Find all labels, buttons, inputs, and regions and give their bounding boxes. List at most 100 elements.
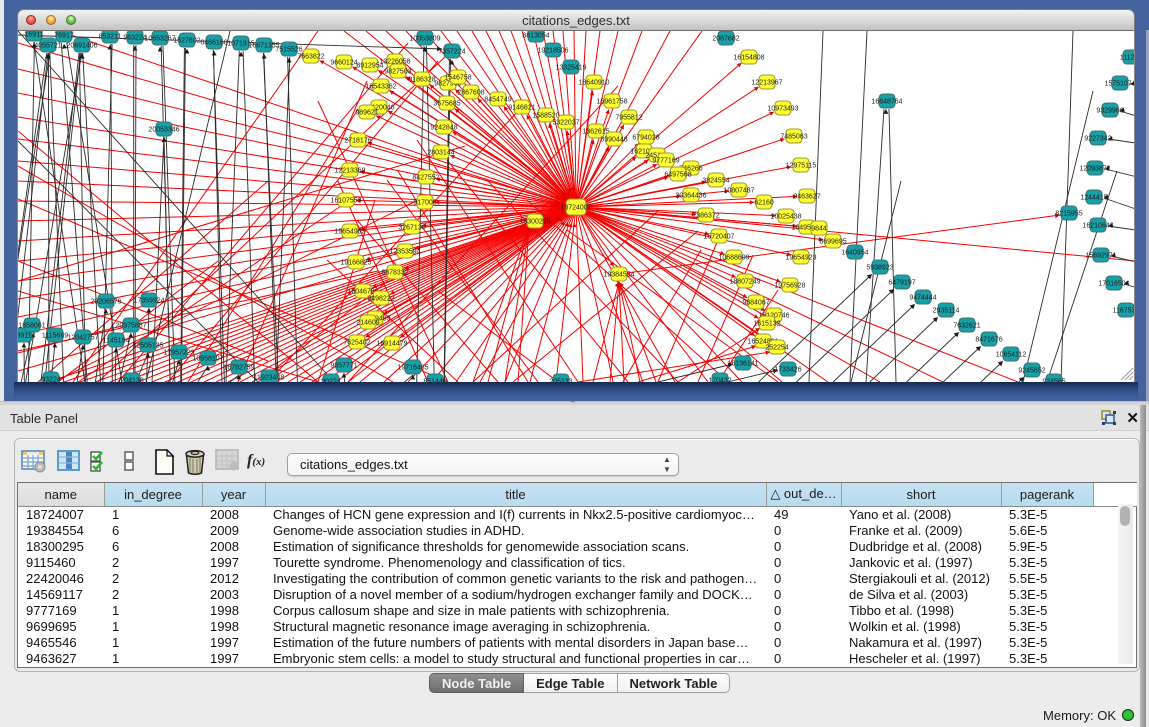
svg-text:16648764: 16648764 (871, 99, 902, 106)
svg-text:19218506: 19218506 (537, 48, 568, 55)
svg-text:18640910: 18640910 (578, 80, 609, 87)
svg-text:2087682: 2087682 (712, 36, 739, 43)
svg-text:15720407: 15720407 (703, 234, 734, 241)
svg-text:8471676: 8471676 (975, 337, 1002, 344)
svg-text:7515526: 7515526 (275, 47, 302, 54)
svg-text:7955812: 7955812 (615, 115, 642, 122)
svg-text:17359924: 17359924 (133, 298, 164, 305)
svg-text:93224: 93224 (41, 377, 61, 382)
svg-text:9474444: 9474444 (909, 295, 936, 302)
svg-text:12213967: 12213967 (751, 80, 782, 87)
svg-text:9463627: 9463627 (793, 194, 820, 201)
svg-text:205133: 205133 (549, 379, 572, 382)
svg-text:9777169: 9777169 (652, 158, 679, 165)
svg-text:1858061: 1858061 (18, 323, 45, 330)
svg-text:16782759: 16782759 (223, 365, 254, 372)
svg-text:1588520: 1588520 (532, 113, 559, 120)
svg-text:9146821: 9146821 (508, 105, 535, 112)
svg-text:1615132: 1615132 (753, 321, 780, 328)
svg-text:15751074: 15751074 (1104, 81, 1135, 88)
svg-text:20691406: 20691406 (66, 43, 97, 50)
svg-text:8186328: 8186328 (408, 77, 435, 84)
svg-text:252254: 252254 (765, 345, 788, 352)
svg-text:963224: 963224 (123, 35, 146, 42)
svg-text:8699695: 8699695 (819, 239, 846, 246)
svg-text:20053346: 20053346 (148, 127, 179, 134)
svg-text:13325419: 13325419 (555, 65, 586, 72)
svg-text:9498222: 9498222 (367, 296, 394, 303)
svg-text:924565: 924565 (1042, 379, 1065, 382)
svg-text:8215955: 8215955 (1055, 211, 1082, 218)
svg-text:10688609: 10688609 (718, 255, 749, 262)
svg-text:19716485: 19716485 (397, 365, 428, 372)
svg-text:2935114: 2935114 (933, 308, 960, 315)
svg-text:7386372: 7386372 (692, 213, 719, 220)
svg-text:2867608: 2867608 (457, 90, 484, 97)
svg-text:9227342: 9227342 (1084, 136, 1111, 143)
svg-text:204138: 204138 (120, 378, 143, 382)
svg-text:6479197: 6479197 (888, 280, 915, 287)
svg-text:16107553: 16107553 (330, 198, 361, 205)
svg-text:10958107: 10958107 (192, 356, 223, 363)
svg-text:19756928: 19756928 (774, 283, 805, 290)
svg-text:16210643: 16210643 (1082, 223, 1113, 230)
svg-text:1244415: 1244415 (1080, 195, 1107, 202)
svg-text:6466160: 6466160 (200, 40, 227, 47)
svg-text:9329966: 9329966 (1096, 108, 1123, 115)
svg-text:10653267: 10653267 (144, 36, 175, 43)
svg-text:10973493: 10973493 (767, 106, 798, 113)
svg-text:3675685: 3675685 (433, 101, 460, 108)
svg-text:12505135: 12505135 (132, 343, 163, 350)
svg-text:439114: 439114 (18, 333, 36, 340)
svg-text:17957223: 17957223 (163, 350, 194, 357)
svg-text:9857771: 9857771 (330, 363, 357, 370)
svg-text:12042757: 12042757 (67, 335, 98, 342)
svg-text:19654923: 19654923 (785, 255, 816, 262)
svg-text:2803144: 2803144 (427, 150, 454, 157)
svg-text:853211: 853211 (99, 34, 122, 41)
svg-text:20975887: 20975887 (115, 323, 146, 330)
svg-text:8427552: 8427552 (412, 175, 439, 182)
svg-text:16154808: 16154808 (733, 55, 764, 62)
svg-text:3267130: 3267130 (398, 225, 425, 232)
svg-text:17016504: 17016504 (1098, 281, 1129, 288)
svg-text:5322037: 5322037 (552, 120, 579, 127)
svg-text:9245652: 9245652 (1018, 368, 1045, 375)
svg-text:90224: 90224 (321, 379, 341, 382)
svg-text:1115689: 1115689 (42, 333, 68, 340)
svg-text:9827503: 9827503 (384, 69, 411, 76)
svg-text:214609: 214609 (356, 320, 379, 327)
svg-text:16136141: 16136141 (727, 361, 758, 368)
svg-text:18724007: 18724007 (560, 205, 591, 212)
svg-text:7485063: 7485063 (780, 134, 807, 141)
svg-text:7632621: 7632621 (953, 323, 980, 330)
svg-text:16543362: 16543362 (365, 84, 396, 91)
svg-text:16914479: 16914479 (376, 341, 407, 348)
svg-text:1527602: 1527602 (173, 38, 200, 45)
svg-text:10807487: 10807487 (723, 188, 754, 195)
svg-text:18807249: 18807249 (729, 279, 760, 286)
svg-text:1733426: 1733426 (774, 367, 801, 374)
svg-text:7663822: 7663822 (297, 54, 324, 61)
svg-text:9844: 9844 (811, 226, 827, 233)
svg-text:1145194: 1145194 (103, 338, 130, 345)
svg-text:989621: 989621 (355, 110, 378, 117)
svg-text:2718176: 2718176 (344, 138, 371, 145)
svg-text:1362615: 1362615 (582, 129, 609, 136)
svg-text:20206576: 20206576 (90, 299, 121, 306)
svg-text:1546758: 1546758 (444, 75, 471, 82)
svg-text:8878332: 8878332 (381, 270, 408, 277)
svg-text:19166825: 19166825 (340, 260, 371, 267)
svg-text:1167533: 1167533 (1113, 308, 1135, 315)
svg-text:170432: 170432 (708, 378, 731, 382)
svg-text:7357224: 7357224 (438, 49, 465, 56)
svg-text:3824554: 3824554 (702, 178, 729, 185)
svg-text:11923448: 11923448 (254, 375, 285, 382)
svg-text:19654983: 19654983 (334, 229, 365, 236)
svg-text:851440: 851440 (423, 379, 446, 382)
svg-text:7625402: 7625402 (343, 340, 370, 347)
svg-text:12975115: 12975115 (786, 163, 817, 170)
svg-text:5938923: 5938923 (866, 265, 893, 272)
svg-text:10025438: 10025438 (770, 214, 801, 221)
svg-text:16911: 16911 (25, 32, 44, 39)
